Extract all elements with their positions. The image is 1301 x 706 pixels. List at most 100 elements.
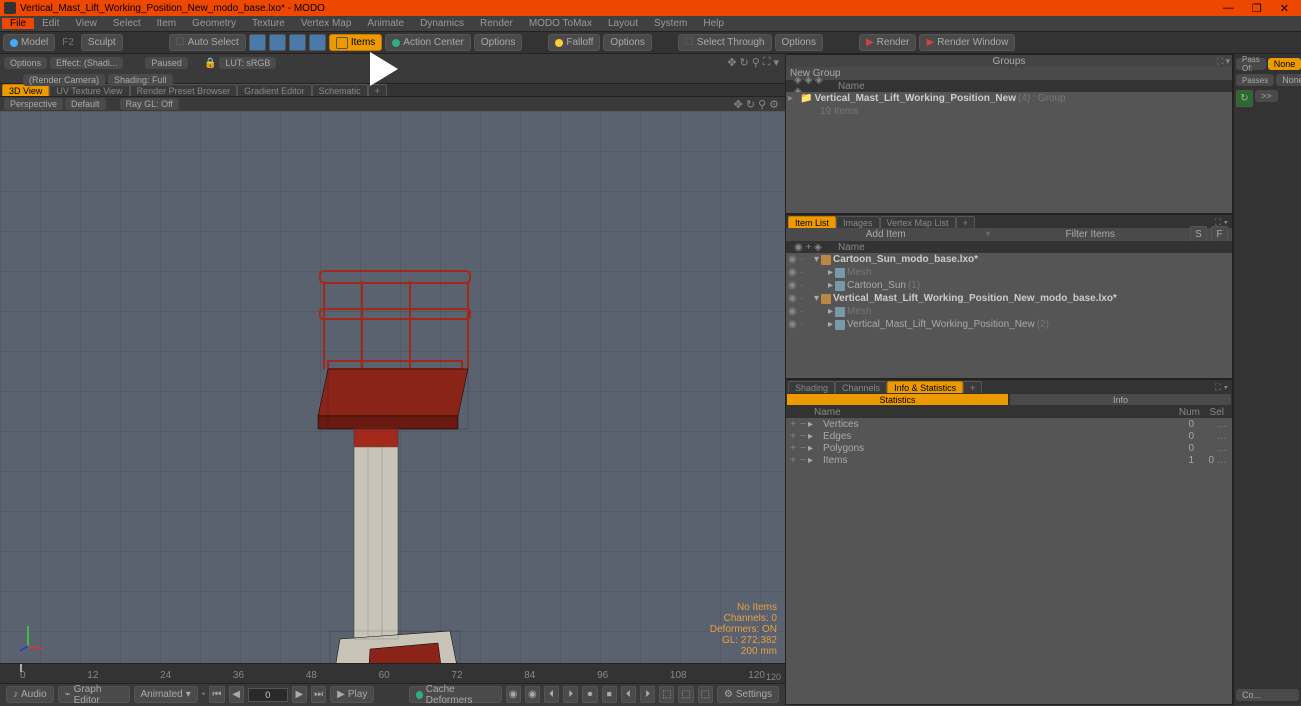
menu-vertex-map[interactable]: Vertex Map <box>293 18 360 29</box>
prev-frame-button[interactable]: ◀ <box>229 686 244 703</box>
filter-items-input[interactable]: Filter Items <box>995 229 1186 240</box>
render-camera[interactable]: (Render Camera) <box>23 74 105 86</box>
action-center-dropdown[interactable]: Action Center <box>385 34 471 51</box>
tab-shading[interactable]: Shading <box>788 381 835 393</box>
anim-icon-1[interactable]: ◉ <box>506 686 521 703</box>
menu-animate[interactable]: Animate <box>359 18 412 29</box>
menu-file[interactable]: File <box>2 18 34 29</box>
item-row[interactable]: ◉·▾Vertical_Mast_Lift_Working_Position_N… <box>786 292 1232 305</box>
select-mode-2-icon[interactable] <box>269 34 286 51</box>
menu-view[interactable]: View <box>67 18 105 29</box>
render-options[interactable]: Options <box>4 57 47 69</box>
select-mode-1-icon[interactable] <box>249 34 266 51</box>
model-mode[interactable]: Model <box>3 34 55 51</box>
menu-texture[interactable]: Texture <box>244 18 293 29</box>
add-item-button[interactable]: Add Item <box>790 229 981 240</box>
tab-info-&-statistics[interactable]: Info & Statistics <box>887 381 963 393</box>
select-mode-4-icon[interactable] <box>309 34 326 51</box>
projection-dropdown[interactable]: Perspective <box>4 98 63 110</box>
render-paused[interactable]: Paused <box>145 57 188 69</box>
settings-button[interactable]: ⚙Settings <box>717 686 779 703</box>
select-through-toggle[interactable]: ☐Select Through <box>678 34 772 51</box>
minimize-button[interactable]: — <box>1223 2 1234 15</box>
graph-editor-button[interactable]: ⌁Graph Editor <box>58 686 130 703</box>
anim-icon-3[interactable]: ⏴ <box>544 686 559 703</box>
menu-layout[interactable]: Layout <box>600 18 646 29</box>
tab-item-list[interactable]: Item List <box>788 216 836 228</box>
menu-select[interactable]: Select <box>105 18 149 29</box>
item-row[interactable]: ◉·▸Mesh <box>786 266 1232 279</box>
audio-button[interactable]: ♪Audio <box>6 686 54 703</box>
item-row[interactable]: ◉·▸Mesh <box>786 305 1232 318</box>
expand-button[interactable]: >> <box>1255 90 1278 102</box>
menu-help[interactable]: Help <box>695 18 732 29</box>
add-tab-button[interactable]: + <box>963 381 982 393</box>
first-frame-button[interactable]: ⏮ <box>209 686 224 703</box>
tab-vertex-map-list[interactable]: Vertex Map List <box>880 216 956 228</box>
pass-none-button[interactable]: None <box>1268 58 1301 70</box>
vp-move-icon[interactable]: ✥ <box>727 56 736 69</box>
anim-icon-4[interactable]: ⏵ <box>563 686 578 703</box>
anim-icon-9[interactable]: ⬚ <box>659 686 674 703</box>
render-effect[interactable]: Effect: (Shadi... <box>50 57 123 69</box>
anim-icon-11[interactable]: ⬚ <box>698 686 713 703</box>
add-tab-button[interactable]: + <box>956 216 975 228</box>
current-frame-input[interactable] <box>248 688 288 702</box>
falloff-options[interactable]: Options <box>603 34 651 51</box>
action-center-options[interactable]: Options <box>474 34 522 51</box>
lut-dropdown[interactable]: LUT: sRGB <box>219 57 276 69</box>
tab-channels[interactable]: Channels <box>835 381 887 393</box>
auto-select-toggle[interactable]: ☐Auto Select <box>169 34 246 51</box>
panel-controls[interactable]: ⛶ ▾ <box>1215 382 1230 393</box>
vp-move-icon[interactable]: ✥ <box>734 98 743 111</box>
items-mode[interactable]: Items <box>329 34 382 51</box>
menu-modo-tomax[interactable]: MODO ToMax <box>521 18 600 29</box>
anim-icon-7[interactable]: ⏴ <box>621 686 636 703</box>
render-window-button[interactable]: ▶Render Window <box>919 34 1015 51</box>
vp-zoom-icon[interactable]: ⚲ <box>752 56 760 69</box>
anim-icon-8[interactable]: ⏵ <box>640 686 655 703</box>
refresh-icon[interactable]: ↻ <box>1236 90 1253 107</box>
item-row[interactable]: ◉·▸Cartoon_Sun(1) <box>786 279 1232 292</box>
subtab-info[interactable]: Info <box>1009 393 1232 406</box>
next-frame-button[interactable]: ▶ <box>292 686 307 703</box>
vp-menu-icon[interactable]: ▾ <box>773 56 779 69</box>
panel-menu-icon[interactable]: ▾ <box>1225 56 1230 67</box>
animated-dropdown[interactable]: Animated ▾ <box>134 686 198 703</box>
co-button[interactable]: Co... <box>1236 689 1299 701</box>
select-mode-3-icon[interactable] <box>289 34 306 51</box>
vp-zoom-icon[interactable]: ⚲ <box>758 98 766 111</box>
item-row[interactable]: ◉·▸Vertical_Mast_Lift_Working_Position_N… <box>786 318 1232 331</box>
falloff-dropdown[interactable]: Falloff <box>548 34 600 51</box>
tab-images[interactable]: Images <box>836 216 880 228</box>
sculpt-mode[interactable]: Sculpt <box>81 34 123 51</box>
shading-dropdown[interactable]: Shading: Full <box>108 74 173 86</box>
vp-max-icon[interactable]: ⛶ <box>763 56 771 69</box>
passes-none-button[interactable]: None <box>1276 74 1301 86</box>
anim-icon-6[interactable]: ⏹ <box>602 686 617 703</box>
menu-dynamics[interactable]: Dynamics <box>412 18 472 29</box>
play-button[interactable]: ▶ Play <box>330 686 374 703</box>
lock-icon[interactable]: 🔒 <box>204 58 216 69</box>
group-row[interactable]: ▸ 📁 Vertical_Mast_Lift_Working_Position_… <box>786 92 1232 105</box>
3d-viewport[interactable]: No Items Channels: 0 Deformers: ON GL: 2… <box>0 111 785 663</box>
vp-rotate-icon[interactable]: ↻ <box>739 56 748 69</box>
timeline[interactable]: 01224364860728496108120 120 <box>0 663 785 683</box>
item-row[interactable]: ◉·▾Cartoon_Sun_modo_base.lxo* <box>786 253 1232 266</box>
cache-deformers-button[interactable]: Cache Deformers <box>409 686 502 703</box>
maximize-button[interactable]: ❐ <box>1252 2 1262 15</box>
vp-rotate-icon[interactable]: ↻ <box>746 98 755 111</box>
anim-icon-10[interactable]: ⬚ <box>678 686 693 703</box>
menu-render[interactable]: Render <box>472 18 521 29</box>
last-frame-button[interactable]: ⏭ <box>311 686 326 703</box>
close-button[interactable]: ✕ <box>1280 2 1289 15</box>
anim-icon-2[interactable]: ◉ <box>525 686 540 703</box>
subtab-statistics[interactable]: Statistics <box>786 393 1009 406</box>
panel-max-icon[interactable]: ⛶ <box>1217 56 1223 67</box>
menu-system[interactable]: System <box>646 18 695 29</box>
anim-icon-5[interactable]: ⏺ <box>582 686 597 703</box>
menu-edit[interactable]: Edit <box>34 18 67 29</box>
style-dropdown[interactable]: Default <box>65 98 106 110</box>
play-preview-icon[interactable] <box>370 52 398 86</box>
render-button[interactable]: ▶Render <box>859 34 917 51</box>
